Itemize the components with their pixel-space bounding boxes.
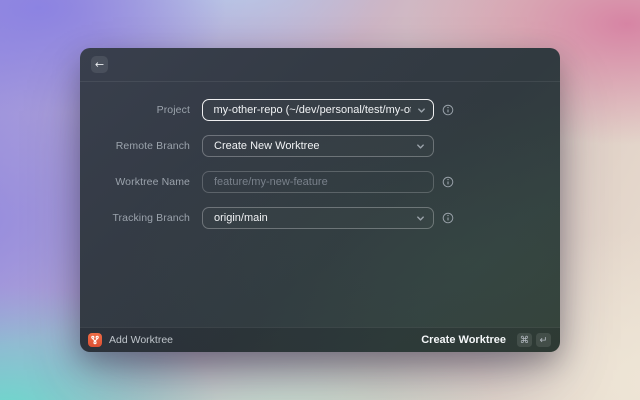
return-key-icon: ↵ xyxy=(536,333,551,347)
worktree-name-input[interactable] xyxy=(202,171,434,193)
tracking-branch-select-value: origin/main xyxy=(214,212,268,224)
remote-branch-select-value: Create New Worktree xyxy=(214,140,320,152)
back-arrow-icon: ← xyxy=(95,57,104,73)
remote-branch-select[interactable]: Create New Worktree xyxy=(202,135,434,157)
footer-actions: Create Worktree ⌘ ↵ xyxy=(421,333,551,347)
remote-branch-label: Remote Branch xyxy=(80,140,190,152)
chevron-down-icon xyxy=(411,106,426,115)
chevron-down-icon xyxy=(410,214,425,223)
field-row-project: Project my-other-repo (~/dev/personal/te… xyxy=(80,99,560,121)
field-row-remote-branch: Remote Branch Create New Worktree xyxy=(80,135,560,157)
worktree-form: Project my-other-repo (~/dev/personal/te… xyxy=(80,82,560,327)
field-row-tracking-branch: Tracking Branch origin/main xyxy=(80,207,560,229)
back-button[interactable]: ← xyxy=(91,56,108,73)
project-label: Project xyxy=(80,104,190,116)
dialog-footer: Add Worktree Create Worktree ⌘ ↵ xyxy=(80,327,560,352)
desktop: { "window": { "header": { "back_icon": "… xyxy=(0,0,640,400)
field-row-worktree-name: Worktree Name xyxy=(80,171,560,193)
chevron-down-icon xyxy=(410,142,425,151)
app-name-label: Add Worktree xyxy=(109,334,173,346)
dialog-titlebar: ← xyxy=(80,48,560,82)
worktree-name-info-icon[interactable] xyxy=(442,176,454,188)
add-worktree-dialog: ← Project my-other-repo (~/dev/personal/… xyxy=(80,48,560,352)
command-key-icon: ⌘ xyxy=(517,333,532,347)
create-worktree-button[interactable]: Create Worktree xyxy=(421,334,506,346)
worktree-name-label: Worktree Name xyxy=(80,176,190,188)
tracking-branch-select[interactable]: origin/main xyxy=(202,207,434,229)
git-branch-app-icon xyxy=(88,333,102,347)
tracking-branch-info-icon[interactable] xyxy=(442,212,454,224)
project-select-value: my-other-repo (~/dev/personal/test/my-ot… xyxy=(214,104,411,116)
tracking-branch-label: Tracking Branch xyxy=(80,212,190,224)
project-info-icon[interactable] xyxy=(442,104,454,116)
project-select[interactable]: my-other-repo (~/dev/personal/test/my-ot… xyxy=(202,99,434,121)
